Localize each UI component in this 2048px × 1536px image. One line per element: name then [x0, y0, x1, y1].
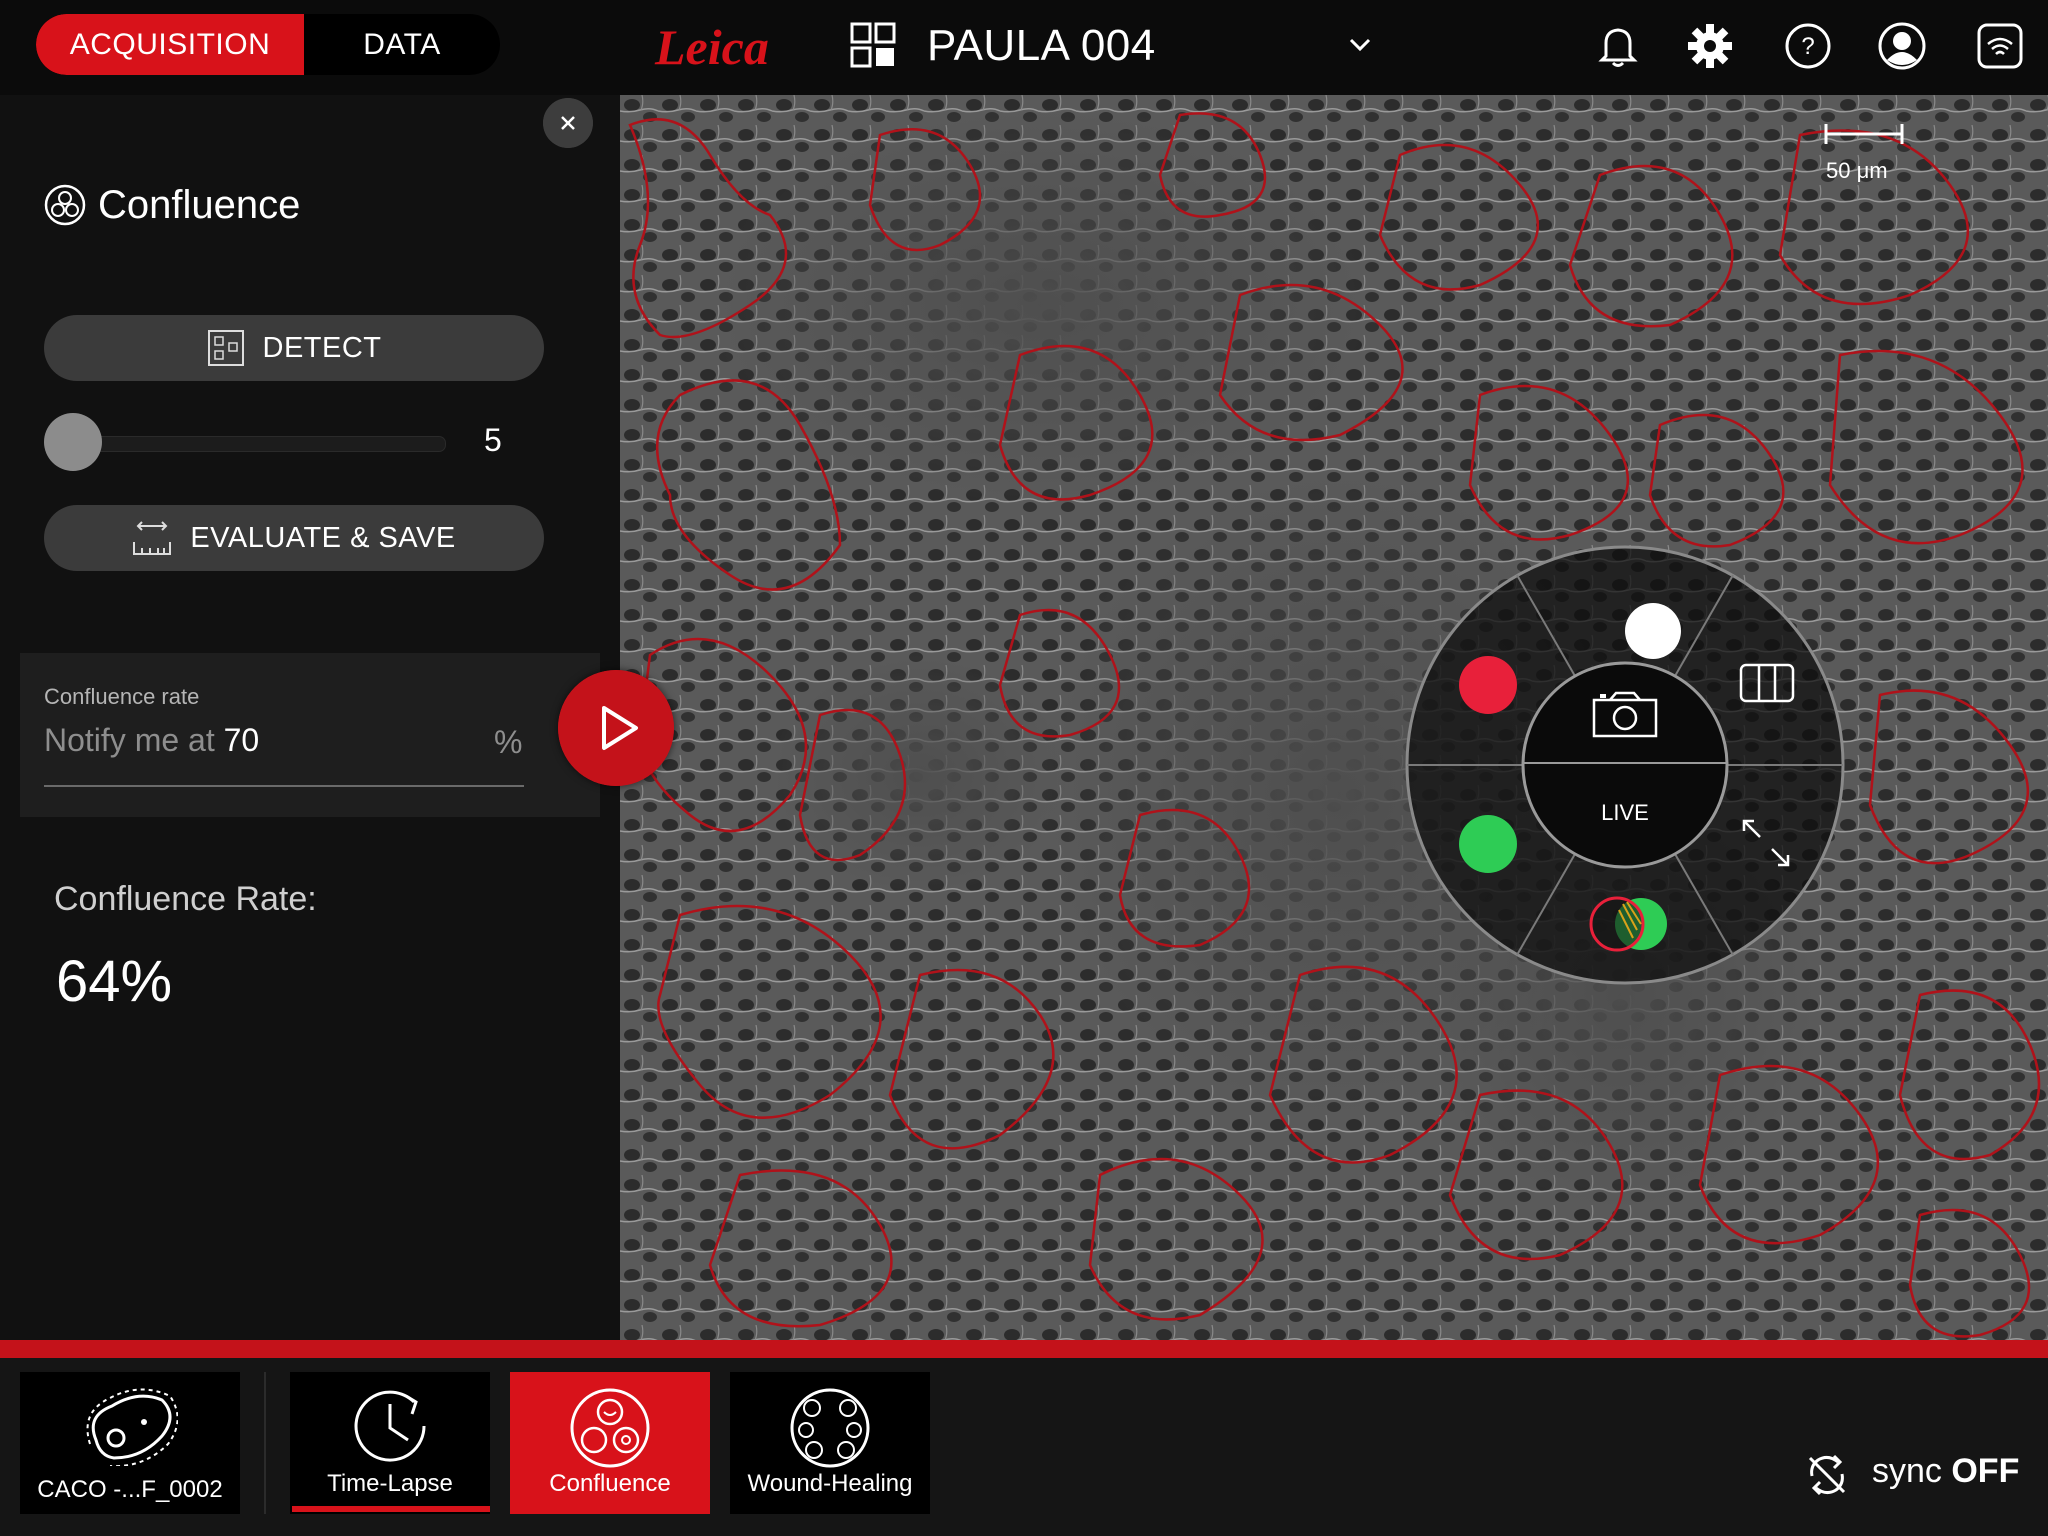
- sync-status[interactable]: sync OFF: [1872, 1452, 2019, 1491]
- help-icon[interactable]: ?: [1784, 22, 1832, 70]
- channel-green-button[interactable]: [1459, 815, 1517, 873]
- dock-label-time-lapse: Time-Lapse: [327, 1470, 453, 1497]
- dock-label-confluence: Confluence: [549, 1470, 671, 1497]
- dock-item-time-lapse[interactable]: Time-Lapse: [290, 1372, 490, 1514]
- chevron-down-icon[interactable]: [1345, 30, 1375, 60]
- tab-data[interactable]: DATA: [304, 14, 500, 75]
- sync-prefix: sync: [1872, 1452, 1952, 1490]
- wifi-icon[interactable]: [1976, 22, 2024, 70]
- active-indicator: [292, 1506, 490, 1512]
- mode-switch: ACQUISITION DATA: [36, 14, 500, 75]
- project-name[interactable]: PAULA 004: [927, 18, 1156, 74]
- measure-icon: [133, 521, 172, 555]
- progress-line: [0, 1340, 2048, 1358]
- input-underline: [44, 785, 524, 787]
- slider-value: 5: [484, 422, 502, 458]
- detect-label: DETECT: [262, 331, 382, 364]
- confluence-rate-label: Confluence rate: [44, 684, 200, 709]
- gear-icon[interactable]: [1686, 22, 1734, 70]
- notify-unit: %: [494, 724, 523, 760]
- detect-icon: [207, 330, 244, 366]
- user-icon[interactable]: [1878, 22, 1926, 70]
- dock-item-confluence[interactable]: Confluence: [510, 1372, 710, 1514]
- detect-button[interactable]: DETECT: [44, 315, 544, 381]
- dock-label-sample: CACO -...F_0002: [37, 1476, 223, 1503]
- split-view-icon[interactable]: [1738, 662, 1796, 704]
- sensitivity-slider-knob[interactable]: [44, 413, 102, 471]
- panel-title: Confluence: [98, 183, 301, 227]
- play-button[interactable]: [558, 670, 674, 786]
- result-label: Confluence Rate:: [54, 880, 317, 918]
- svg-text:?: ?: [1801, 33, 1814, 60]
- close-icon[interactable]: [543, 98, 593, 148]
- scale-bar-label: 50 μm: [1826, 158, 1888, 183]
- notify-prefix: Notify me at: [44, 722, 224, 758]
- evaluate-save-button[interactable]: EVALUATE & SAVE: [44, 505, 544, 571]
- result-value: 64%: [56, 949, 173, 1014]
- sync-off-icon[interactable]: [1804, 1452, 1850, 1498]
- bell-icon[interactable]: [1594, 22, 1642, 70]
- clock-icon: [354, 1390, 426, 1462]
- dock-item-sample[interactable]: CACO -...F_0002: [20, 1372, 240, 1514]
- sensitivity-slider-track[interactable]: [92, 436, 446, 452]
- cell-icon: [86, 1388, 178, 1466]
- sync-state: OFF: [1951, 1452, 2020, 1490]
- notify-threshold-input[interactable]: Notify me at 70: [44, 722, 259, 759]
- confluence-app-icon: [570, 1388, 650, 1468]
- channel-red-button[interactable]: [1459, 656, 1517, 714]
- camera-icon[interactable]: [1590, 690, 1660, 740]
- live-button[interactable]: LIVE: [1590, 800, 1660, 826]
- expand-icon[interactable]: [1738, 815, 1794, 871]
- dock-item-wound-healing[interactable]: Wound-Healing: [730, 1372, 930, 1514]
- dock-label-wound-healing: Wound-Healing: [747, 1470, 913, 1497]
- tab-acquisition[interactable]: ACQUISITION: [36, 14, 304, 75]
- notify-value[interactable]: 70: [224, 722, 260, 758]
- channel-white-button[interactable]: [1625, 603, 1681, 659]
- grid-icon[interactable]: [850, 22, 896, 68]
- brand-logo: Leica: [655, 19, 769, 75]
- dock-divider: [264, 1372, 266, 1514]
- confluence-icon: [44, 184, 86, 226]
- wound-healing-icon: [790, 1388, 870, 1468]
- evaluate-label: EVALUATE & SAVE: [190, 521, 456, 554]
- overlay-channels-icon[interactable]: [1585, 894, 1675, 954]
